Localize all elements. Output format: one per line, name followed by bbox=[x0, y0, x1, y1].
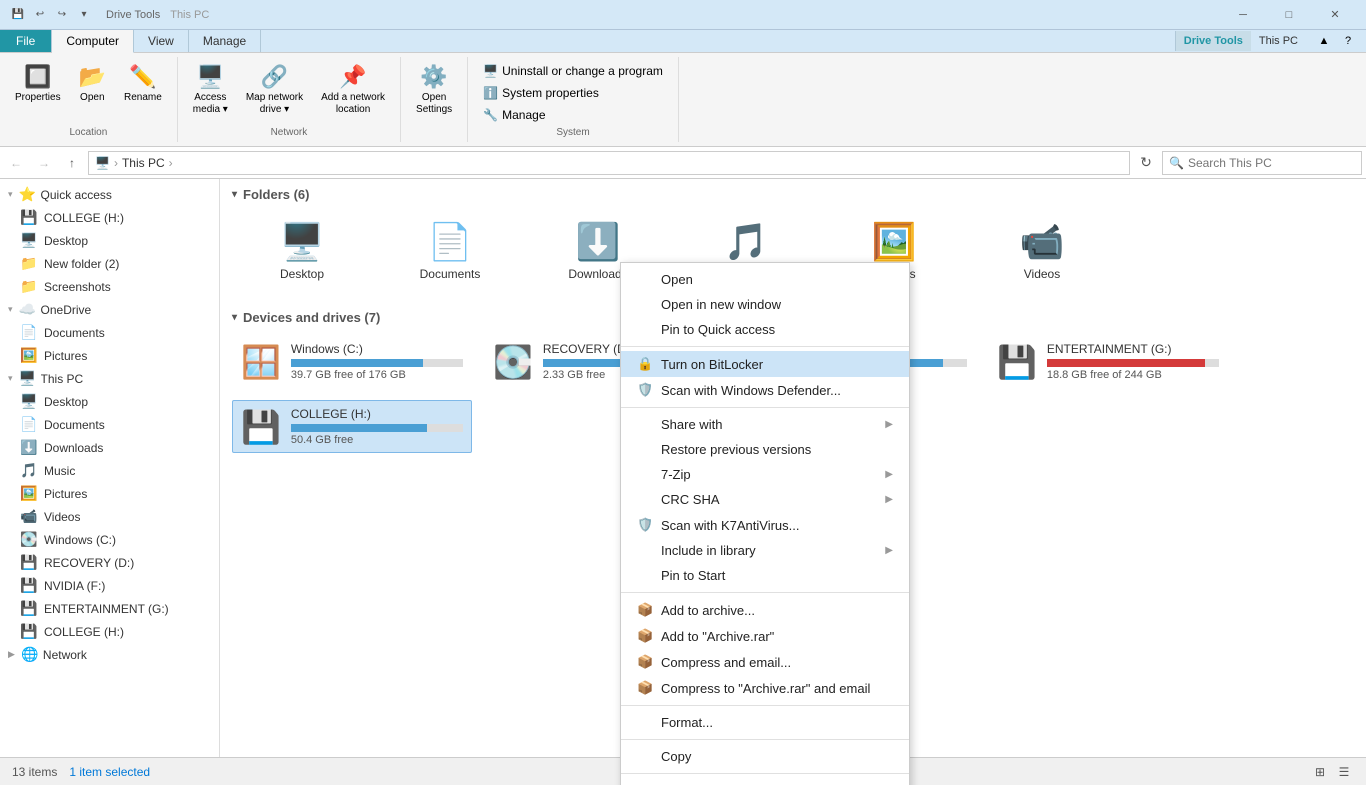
cm-bitlocker-left: 🔒 Turn on BitLocker bbox=[637, 356, 763, 372]
cm-include-library-arrow: ▶ bbox=[885, 545, 893, 556]
cm-crc-sha[interactable]: CRC SHA ▶ bbox=[621, 487, 909, 512]
cm-compress-email-label: Compress and email... bbox=[661, 655, 791, 670]
cm-sep-1 bbox=[621, 346, 909, 347]
cm-pin-start-left: Pin to Start bbox=[637, 568, 725, 583]
cm-copy[interactable]: Copy bbox=[621, 744, 909, 769]
cm-include-library[interactable]: Include in library ▶ bbox=[621, 538, 909, 563]
cm-windows-defender-left: 🛡️ Scan with Windows Defender... bbox=[637, 382, 841, 398]
cm-compress-email[interactable]: 📦 Compress and email... bbox=[621, 649, 909, 675]
cm-pin-start-label: Pin to Start bbox=[661, 568, 725, 583]
cm-restore-prev[interactable]: Restore previous versions bbox=[621, 437, 909, 462]
cm-k7antivirus-left: 🛡️ Scan with K7AntiVirus... bbox=[637, 517, 800, 533]
cm-share-with-label: Share with bbox=[661, 417, 722, 432]
cm-7zip-arrow: ▶ bbox=[885, 469, 893, 480]
cm-compress-rar-email-left: 📦 Compress to "Archive.rar" and email bbox=[637, 680, 870, 696]
cm-7zip-left: 7-Zip bbox=[637, 467, 691, 482]
cm-share-with-arrow: ▶ bbox=[885, 419, 893, 430]
cm-crc-sha-left: CRC SHA bbox=[637, 492, 720, 507]
cm-open-new-window-label: Open in new window bbox=[661, 297, 781, 312]
cm-format[interactable]: Format... bbox=[621, 710, 909, 735]
cm-pin-quickaccess-left: Pin to Quick access bbox=[637, 322, 775, 337]
cm-copy-left: Copy bbox=[637, 749, 691, 764]
cm-compress-rar-email-label: Compress to "Archive.rar" and email bbox=[661, 681, 870, 696]
cm-7zip-label: 7-Zip bbox=[661, 467, 691, 482]
cm-sep-5 bbox=[621, 739, 909, 740]
cm-pin-quickaccess[interactable]: Pin to Quick access bbox=[621, 317, 909, 342]
cm-add-archive-label: Add to archive... bbox=[661, 603, 755, 618]
cm-sep-3 bbox=[621, 592, 909, 593]
cm-add-archive-icon: 📦 bbox=[637, 602, 653, 618]
cm-compress-rar-email[interactable]: 📦 Compress to "Archive.rar" and email bbox=[621, 675, 909, 701]
cm-bitlocker-label: Turn on BitLocker bbox=[661, 357, 763, 372]
cm-add-archive-rar-icon: 📦 bbox=[637, 628, 653, 644]
cm-compress-email-left: 📦 Compress and email... bbox=[637, 654, 791, 670]
cm-add-archive-rar-left: 📦 Add to "Archive.rar" bbox=[637, 628, 774, 644]
cm-restore-prev-left: Restore previous versions bbox=[637, 442, 811, 457]
cm-pin-quickaccess-label: Pin to Quick access bbox=[661, 322, 775, 337]
cm-sep-2 bbox=[621, 407, 909, 408]
context-menu: Open Open in new window Pin to Quick acc… bbox=[620, 262, 910, 785]
cm-bitlocker-icon: 🔒 bbox=[637, 356, 653, 372]
cm-open-left: Open bbox=[637, 272, 693, 287]
cm-k7antivirus-icon: 🛡️ bbox=[637, 517, 653, 533]
cm-share-with-left: Share with bbox=[637, 417, 722, 432]
cm-k7antivirus-label: Scan with K7AntiVirus... bbox=[661, 518, 800, 533]
cm-k7antivirus[interactable]: 🛡️ Scan with K7AntiVirus... bbox=[621, 512, 909, 538]
cm-crc-sha-label: CRC SHA bbox=[661, 492, 720, 507]
cm-add-archive[interactable]: 📦 Add to archive... bbox=[621, 597, 909, 623]
cm-compress-email-icon: 📦 bbox=[637, 654, 653, 670]
cm-share-with[interactable]: Share with ▶ bbox=[621, 412, 909, 437]
cm-bitlocker[interactable]: 🔒 Turn on BitLocker bbox=[621, 351, 909, 377]
cm-windows-defender-icon: 🛡️ bbox=[637, 382, 653, 398]
cm-add-archive-left: 📦 Add to archive... bbox=[637, 602, 755, 618]
cm-include-library-left: Include in library bbox=[637, 543, 756, 558]
cm-copy-label: Copy bbox=[661, 749, 691, 764]
cm-add-archive-rar-label: Add to "Archive.rar" bbox=[661, 629, 774, 644]
cm-compress-rar-email-icon: 📦 bbox=[637, 680, 653, 696]
cm-windows-defender-label: Scan with Windows Defender... bbox=[661, 383, 841, 398]
cm-crc-sha-arrow: ▶ bbox=[885, 494, 893, 505]
cm-add-archive-rar[interactable]: 📦 Add to "Archive.rar" bbox=[621, 623, 909, 649]
cm-format-left: Format... bbox=[637, 715, 713, 730]
cm-sep-4 bbox=[621, 705, 909, 706]
cm-windows-defender[interactable]: 🛡️ Scan with Windows Defender... bbox=[621, 377, 909, 403]
cm-7zip[interactable]: 7-Zip ▶ bbox=[621, 462, 909, 487]
cm-restore-prev-label: Restore previous versions bbox=[661, 442, 811, 457]
cm-include-library-label: Include in library bbox=[661, 543, 756, 558]
cm-open-new-window[interactable]: Open in new window bbox=[621, 292, 909, 317]
cm-open-new-window-left: Open in new window bbox=[637, 297, 781, 312]
cm-open-label: Open bbox=[661, 272, 693, 287]
cm-open[interactable]: Open bbox=[621, 267, 909, 292]
cm-format-label: Format... bbox=[661, 715, 713, 730]
cm-pin-start[interactable]: Pin to Start bbox=[621, 563, 909, 588]
